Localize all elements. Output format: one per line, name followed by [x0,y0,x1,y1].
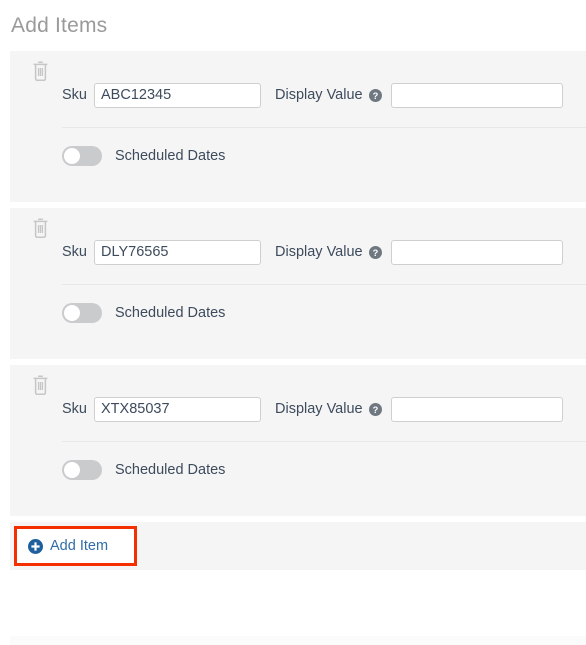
card-spacer [10,341,586,359]
item-card: Sku Display Value ? Scheduled Dates [10,208,586,359]
scheduled-dates-row: Scheduled Dates [10,285,586,341]
toggle-knob [64,462,80,478]
plus-circle-icon [28,538,43,554]
item-card: Sku Display Value ? Scheduled Dates [10,51,586,202]
svg-text:?: ? [372,404,378,414]
sku-field-row: Sku Display Value ? [10,77,586,113]
help-circle-icon[interactable]: ? [368,88,382,102]
item-card: Sku Display Value ? Scheduled Dates [10,365,586,516]
card-spacer [10,498,586,516]
scheduled-dates-label: Scheduled Dates [115,148,226,164]
sku-input[interactable] [94,396,261,422]
page-title: Add Items [11,14,108,37]
sku-field-row: Sku Display Value ? [10,234,586,270]
scheduled-dates-toggle[interactable] [62,303,102,323]
scheduled-dates-label: Scheduled Dates [115,462,226,478]
toggle-knob [64,305,80,321]
scheduled-dates-row: Scheduled Dates [10,128,586,184]
display-value-label: Display Value [275,401,363,417]
sku-input[interactable] [94,82,261,108]
display-value-input[interactable] [390,82,563,108]
card-header [10,51,586,81]
card-header [10,208,586,238]
scheduled-dates-toggle[interactable] [62,460,102,480]
items-list: Sku Display Value ? Scheduled Dates [0,51,586,516]
svg-text:?: ? [372,90,378,100]
add-item-button[interactable]: Add Item [14,526,137,566]
add-item-footer: Add Item [10,522,586,570]
scheduled-dates-label: Scheduled Dates [115,305,226,321]
toggle-knob [64,148,80,164]
help-circle-icon[interactable]: ? [368,402,382,416]
display-value-label: Display Value [275,87,363,103]
sku-label: Sku [62,401,87,417]
card-spacer [10,184,586,202]
add-item-label: Add Item [50,538,109,554]
card-header [10,365,586,395]
scheduled-dates-row: Scheduled Dates [10,442,586,498]
scheduled-dates-toggle[interactable] [62,146,102,166]
sku-input[interactable] [94,239,261,265]
sku-field-row: Sku Display Value ? [10,391,586,427]
sku-label: Sku [62,87,87,103]
display-value-input[interactable] [390,239,563,265]
svg-text:?: ? [372,247,378,257]
display-value-input[interactable] [390,396,563,422]
sku-label: Sku [62,244,87,260]
help-circle-icon[interactable]: ? [368,245,382,259]
bottom-strip [10,636,586,645]
display-value-label: Display Value [275,244,363,260]
